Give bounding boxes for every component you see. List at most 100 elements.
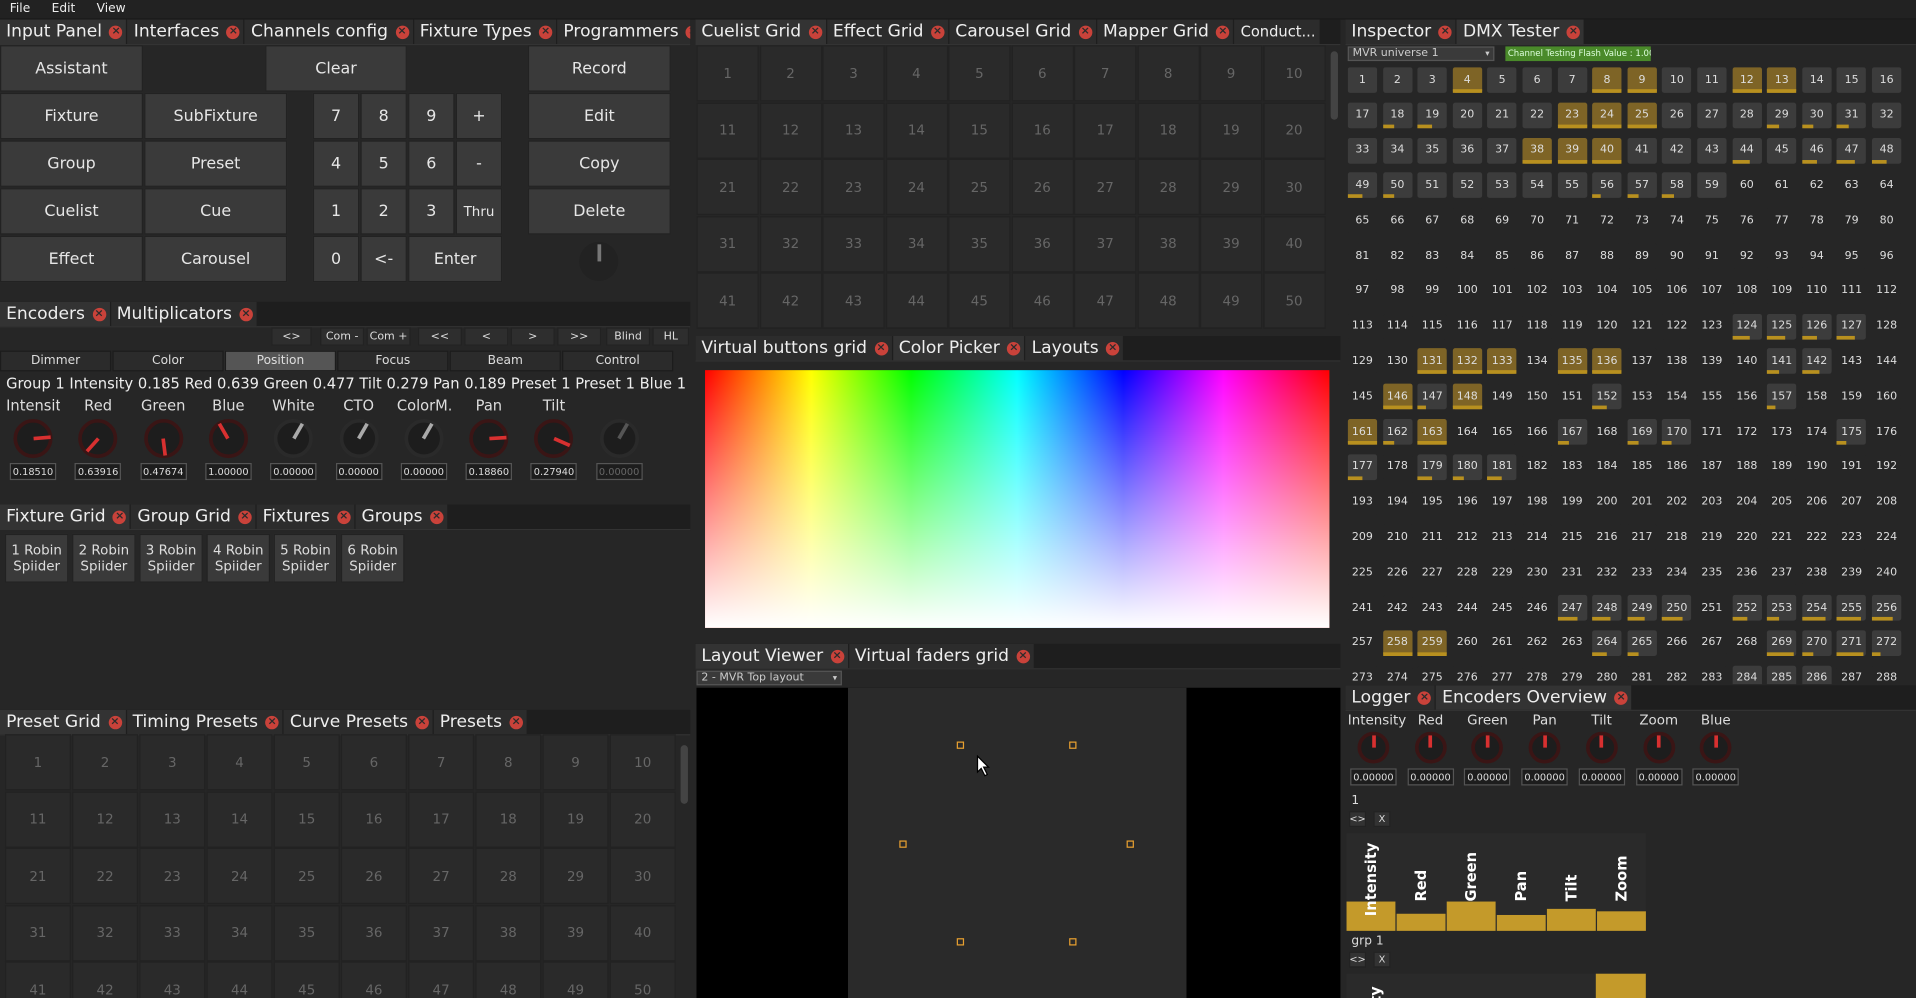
- dmx-channel[interactable]: 191: [1836, 454, 1867, 480]
- tab-cuelist-grid[interactable]: Cuelist Grid ×: [695, 19, 826, 44]
- tab-fixture-types[interactable]: Fixture Types ×: [413, 19, 557, 44]
- dmx-channel[interactable]: 200: [1592, 489, 1622, 516]
- dmx-channel[interactable]: 215: [1557, 524, 1587, 551]
- dmx-channel[interactable]: 248: [1592, 594, 1622, 621]
- dmx-channel[interactable]: 123: [1697, 313, 1727, 340]
- dmx-channel[interactable]: 261: [1487, 630, 1517, 656]
- encoder-knob[interactable]: [599, 419, 639, 459]
- dmx-channel[interactable]: 142: [1802, 348, 1832, 375]
- dmx-channel[interactable]: 173: [1767, 419, 1797, 445]
- dmx-channel[interactable]: 187: [1697, 454, 1727, 480]
- preset-cell[interactable]: 10: [609, 734, 676, 791]
- dmx-channel[interactable]: 72: [1592, 207, 1622, 234]
- dmx-channel[interactable]: 213: [1487, 524, 1517, 551]
- dmx-channel[interactable]: 179: [1417, 454, 1447, 480]
- dmx-channel[interactable]: 124: [1732, 313, 1762, 340]
- dmx-channel[interactable]: 171: [1697, 419, 1727, 445]
- close-icon[interactable]: ×: [92, 307, 106, 321]
- encoder-knob[interactable]: [13, 419, 53, 459]
- layout-select[interactable]: 2 - MVR Top layout ▾: [696, 670, 842, 686]
- swap-button[interactable]: <>: [271, 327, 312, 346]
- dmx-channel[interactable]: 239: [1836, 559, 1867, 586]
- dmx-channel[interactable]: 5: [1487, 67, 1517, 93]
- dmx-channel[interactable]: 233: [1627, 559, 1657, 586]
- dmx-channel[interactable]: 236: [1732, 559, 1762, 586]
- dmx-channel[interactable]: 246: [1522, 594, 1552, 621]
- cuelist-cell[interactable]: 28: [1136, 158, 1200, 216]
- dmx-channel[interactable]: 36: [1452, 137, 1482, 164]
- dmx-channel[interactable]: 241: [1347, 594, 1378, 621]
- encoder-value[interactable]: 0.18860: [465, 462, 513, 481]
- close-icon[interactable]: ×: [874, 341, 888, 355]
- fixture-button[interactable]: Fixture: [0, 92, 143, 140]
- key-enter[interactable]: Enter: [408, 235, 503, 283]
- encoder-value[interactable]: 0.47674: [140, 462, 187, 481]
- dmx-channel[interactable]: 195: [1417, 489, 1447, 516]
- dmx-channel[interactable]: 132: [1452, 348, 1482, 375]
- effect-button[interactable]: Effect: [0, 235, 143, 283]
- dmx-channel[interactable]: 97: [1347, 278, 1378, 304]
- close-icon[interactable]: ×: [930, 25, 945, 39]
- close-icon[interactable]: ×: [112, 510, 127, 524]
- dmx-channel[interactable]: 287: [1836, 665, 1867, 685]
- close-icon[interactable]: ×: [415, 715, 429, 729]
- cuelist-cell[interactable]: 15: [948, 102, 1011, 159]
- dmx-channel[interactable]: 127: [1836, 313, 1867, 340]
- dmx-channel[interactable]: 230: [1522, 559, 1552, 586]
- dmx-channel[interactable]: 93: [1767, 243, 1797, 269]
- dmx-channel[interactable]: 288: [1871, 665, 1902, 685]
- dmx-channel[interactable]: 223: [1836, 524, 1867, 551]
- preset-cell[interactable]: 45: [273, 961, 340, 998]
- dmx-channel[interactable]: 86: [1522, 243, 1552, 269]
- dmx-channel[interactable]: 3: [1417, 67, 1447, 93]
- dmx-channel[interactable]: 155: [1697, 383, 1727, 410]
- dmx-channel[interactable]: 196: [1452, 489, 1482, 516]
- cuelist-cell[interactable]: 26: [1011, 158, 1074, 216]
- dmx-channel[interactable]: 284: [1732, 665, 1762, 685]
- preset-cell[interactable]: 24: [206, 847, 273, 904]
- preset-cell[interactable]: 44: [206, 961, 273, 998]
- encoder-value[interactable]: 1.00000: [205, 462, 252, 481]
- dmx-channel[interactable]: 271: [1836, 630, 1867, 656]
- dmx-channel[interactable]: 98: [1382, 278, 1413, 304]
- encoder-value[interactable]: 0.00000: [335, 462, 382, 481]
- dmx-channel[interactable]: 166: [1522, 419, 1552, 445]
- close-group-button[interactable]: X: [1373, 811, 1391, 828]
- dmx-channel[interactable]: 243: [1417, 594, 1447, 621]
- dmx-channel[interactable]: 192: [1871, 454, 1902, 480]
- tab-layouts[interactable]: Layouts ×: [1025, 335, 1124, 361]
- dmx-channel[interactable]: 226: [1382, 559, 1413, 586]
- dmx-channel[interactable]: 63: [1836, 172, 1867, 199]
- dmx-channel[interactable]: 66: [1382, 207, 1413, 234]
- dmx-channel[interactable]: 114: [1382, 313, 1413, 340]
- close-icon[interactable]: ×: [1078, 25, 1092, 39]
- fader-bar[interactable]: [1546, 908, 1596, 931]
- dmx-channel[interactable]: 54: [1522, 172, 1552, 199]
- dmx-channel[interactable]: 7: [1557, 67, 1587, 93]
- dmx-channel[interactable]: 55: [1557, 172, 1587, 199]
- dmx-channel[interactable]: 67: [1417, 207, 1447, 234]
- encoder-knob[interactable]: [1357, 731, 1390, 764]
- dmx-channel[interactable]: 167: [1557, 419, 1587, 445]
- cuelist-cell[interactable]: 4: [885, 45, 948, 102]
- dmx-channel[interactable]: 70: [1522, 207, 1552, 234]
- edit-button[interactable]: Edit: [527, 92, 671, 140]
- fader-bar[interactable]: [1446, 901, 1496, 931]
- dmx-channel[interactable]: 119: [1557, 313, 1587, 340]
- preset-cell[interactable]: 19: [542, 790, 609, 848]
- cuelist-cell[interactable]: 1: [696, 45, 759, 102]
- record-button[interactable]: Record: [527, 45, 671, 92]
- dmx-channel[interactable]: 9: [1627, 67, 1657, 93]
- key-8[interactable]: 8: [360, 92, 407, 140]
- dmx-channel[interactable]: 165: [1487, 419, 1517, 445]
- close-icon[interactable]: ×: [509, 715, 523, 729]
- dmx-channel[interactable]: 259: [1417, 630, 1447, 656]
- dmx-channel[interactable]: 82: [1382, 243, 1413, 269]
- dmx-channel[interactable]: 227: [1417, 559, 1447, 586]
- category-control[interactable]: Control: [562, 350, 674, 372]
- cuelist-cell[interactable]: 20: [1262, 102, 1326, 159]
- dmx-channel[interactable]: 147: [1417, 383, 1447, 410]
- prev-page-button[interactable]: <: [464, 327, 509, 346]
- preset-cell[interactable]: 43: [139, 961, 206, 998]
- dmx-channel[interactable]: 107: [1697, 278, 1727, 304]
